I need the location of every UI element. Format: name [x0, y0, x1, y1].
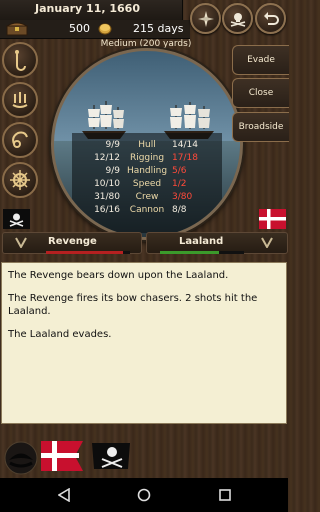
- player-health-track: [46, 251, 130, 254]
- player-health-fill: [46, 251, 124, 254]
- log-line: The Revenge bears down upon the Laaland.: [8, 270, 229, 281]
- enemy-stat-value: 5/6: [172, 166, 187, 176]
- compass-icon: [197, 10, 214, 27]
- danish-navy-flag-icon[interactable]: [41, 441, 83, 471]
- days-at-sea: 215 days: [133, 22, 184, 35]
- stat-label: Hull: [138, 140, 156, 150]
- back-arrow-icon: [263, 11, 279, 25]
- home-circle-icon: [137, 488, 151, 502]
- spyglass-view: 9/9 Hull 14/14 12/12 Rigging 17/18 9/9 Handling…: [51, 48, 243, 240]
- treasure-chest-icon[interactable]: [6, 21, 28, 36]
- stat-row: 9/9 Hull 14/14: [54, 140, 240, 153]
- stat-row: 16/16 Cannon 8/8: [54, 205, 240, 218]
- nav-home-button[interactable]: [135, 486, 153, 504]
- stat-label: Speed: [132, 179, 162, 189]
- gold-coin-icon: [98, 23, 112, 35]
- danish-flag-icon: [259, 209, 286, 229]
- current-date: January 11, 1660: [35, 2, 140, 15]
- log-line: The Laaland evades.: [8, 329, 112, 340]
- gold-amount: 500: [69, 22, 90, 35]
- stat-row: 10/10 Speed 1/2: [54, 179, 240, 192]
- stat-label: Rigging: [129, 153, 165, 163]
- cannon-icon: [12, 131, 28, 148]
- pirate-hat-icon[interactable]: [4, 441, 38, 475]
- player-stat-value: 9/9: [105, 166, 120, 176]
- stat-label: Handling: [126, 166, 168, 176]
- player-stat-value: 12/12: [94, 153, 120, 163]
- stat-row: 12/12 Rigging 17/18: [54, 153, 240, 166]
- enemy-ship-name: Laaland: [179, 236, 224, 247]
- player-stat-value: 10/10: [94, 179, 120, 189]
- close-button[interactable]: Close: [232, 78, 289, 108]
- ships-wheel-icon: [10, 170, 30, 190]
- enemy-stat-value: 3/80: [172, 192, 193, 202]
- stat-row: 31/80 Crew 3/80: [54, 192, 240, 205]
- enemy-stat-value: 17/18: [172, 153, 198, 163]
- evade-button[interactable]: Evade: [232, 45, 289, 75]
- player-ship-name: Revenge: [48, 236, 97, 247]
- cannon-button[interactable]: [2, 122, 38, 158]
- boarding-button[interactable]: [2, 42, 38, 78]
- stat-label: Crew: [135, 192, 159, 202]
- sails-icon: [12, 92, 28, 108]
- chevron-down-icon: [261, 237, 273, 248]
- stat-row: 9/9 Handling 5/6: [54, 166, 240, 179]
- jolly-roger-icon: [230, 12, 245, 27]
- compass-button[interactable]: [190, 3, 221, 34]
- back-button[interactable]: [255, 3, 286, 34]
- jolly-roger-button[interactable]: [222, 3, 253, 34]
- stat-label: Cannon: [129, 205, 165, 215]
- enemy-health-track: [160, 251, 244, 254]
- jolly-roger-flag-icon[interactable]: [92, 441, 132, 471]
- nav-recents-button[interactable]: [216, 486, 234, 504]
- log-line: The Revenge fires its bow chasers. 2 sho…: [8, 293, 258, 317]
- enemy-stat-value: 8/8: [172, 205, 187, 215]
- recents-square-icon: [219, 489, 231, 501]
- battle-log: The Revenge bears down upon the Laaland.…: [1, 262, 287, 424]
- helm-button[interactable]: [2, 162, 38, 198]
- pirate-flag-icon: [3, 209, 30, 229]
- back-triangle-icon: [58, 488, 70, 502]
- player-stat-value: 9/9: [105, 140, 120, 150]
- broadside-button[interactable]: Broadside: [232, 112, 289, 142]
- chevron-down-icon: [15, 237, 27, 248]
- nav-back-button[interactable]: [55, 486, 73, 504]
- enemy-health-fill: [160, 251, 219, 254]
- enemy-stat-value: 14/14: [172, 140, 198, 150]
- player-stat-value: 16/16: [94, 205, 120, 215]
- player-stat-value: 31/80: [94, 192, 120, 202]
- enemy-stat-value: 1/2: [172, 179, 187, 189]
- anchor-hook-icon: [15, 50, 26, 71]
- sails-button[interactable]: [2, 82, 38, 118]
